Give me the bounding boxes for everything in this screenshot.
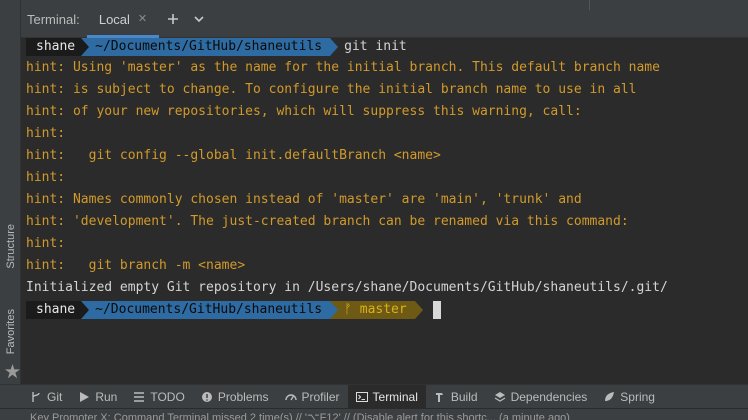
terminal-output[interactable]: shane ~/Documents/GitHub/shaneutils git … <box>21 38 748 384</box>
hint-line: hint: git branch -m <name> <box>26 258 246 273</box>
warning-circle-icon <box>201 391 212 402</box>
hint-line: hint: <box>26 126 66 141</box>
hammer-icon <box>435 392 443 402</box>
prompt-separator <box>81 38 90 56</box>
list-icon <box>134 391 145 402</box>
toolbar-todo[interactable]: TODO <box>125 385 192 409</box>
toolbar-terminal[interactable]: Terminal <box>347 384 426 409</box>
left-tool-strip: Structure Favorites <box>0 0 21 384</box>
prompt-separator <box>330 38 339 56</box>
terminal-header: Terminal: Local ✕ <box>21 0 748 38</box>
status-bar: Key Promoter X: Command Terminal missed … <box>0 408 748 420</box>
favorites-tab-label: Favorites <box>4 309 17 355</box>
structure-tab-label: Structure <box>4 223 17 269</box>
star-icon <box>5 364 20 379</box>
toolbar-dependencies-label: Dependencies <box>510 389 588 404</box>
toolbar-git[interactable]: Git <box>22 385 70 409</box>
toolbar-spring[interactable]: Spring <box>595 385 663 409</box>
layers-icon <box>494 391 505 402</box>
prompt-separator <box>414 301 423 319</box>
git-branch-icon <box>32 391 40 402</box>
toolbar-profiler-label: Profiler <box>301 389 340 404</box>
toolbar-problems[interactable]: Problems <box>193 385 277 409</box>
toolbar-dependencies[interactable]: Dependencies <box>486 385 596 409</box>
close-icon[interactable]: ✕ <box>138 13 147 25</box>
toolbar-profiler[interactable]: Profiler <box>277 385 348 409</box>
terminal-title: Terminal: <box>27 12 80 27</box>
hint-line: hint: <box>26 236 66 251</box>
prompt-path: ~/Documents/GitHub/shaneutils <box>89 38 331 56</box>
output-line: Initialized empty Git repository in /Use… <box>26 280 668 295</box>
tab-local-label: Local <box>98 11 130 27</box>
toolbar-terminal-label: Terminal <box>372 389 418 404</box>
new-tab-button[interactable] <box>164 10 182 28</box>
prompt-command: git init <box>344 39 407 54</box>
tab-dropdown-button[interactable] <box>190 10 208 28</box>
prompt-path: ~/Documents/GitHub/shaneutils <box>89 301 331 319</box>
terminal-icon <box>355 391 368 402</box>
toolbar-problems-label: Problems <box>217 389 269 404</box>
plus-icon <box>168 14 178 24</box>
tool-window-bar: Git Run TODO Problems Profiler Terminal … <box>0 384 748 409</box>
hint-line: hint: <box>26 170 66 185</box>
play-icon <box>80 391 90 402</box>
hint-line: hint: git config --global init.defaultBr… <box>26 148 441 163</box>
prompt-user: shane <box>26 38 82 56</box>
prompt-separator <box>330 301 339 319</box>
toolbar-run-label: Run <box>95 389 118 404</box>
prompt-line-1: shane ~/Documents/GitHub/shaneutils git … <box>26 38 407 56</box>
prompt-branch: ᚠ master <box>338 301 415 319</box>
hint-line: hint: Names commonly chosen instead of '… <box>26 192 582 207</box>
prompt-user: shane <box>26 301 82 319</box>
prompt-separator <box>81 301 90 319</box>
hint-line: hint: of your new repositories, which wi… <box>26 104 582 119</box>
toolbar-git-label: Git <box>47 389 63 404</box>
tab-local[interactable]: Local ✕ <box>87 0 159 38</box>
prompt-line-2: shane ~/Documents/GitHub/shaneutils ᚠ ma… <box>26 301 441 319</box>
hint-line: hint: 'development'. The just-created br… <box>26 214 629 229</box>
chevron-down-icon <box>194 16 204 23</box>
toolbar-run[interactable]: Run <box>70 385 125 409</box>
toolbar-spring-label: Spring <box>620 389 655 404</box>
hint-line: hint: is subject to change. To configure… <box>26 82 637 97</box>
gauge-icon <box>284 393 297 400</box>
status-message[interactable]: Key Promoter X: Command Terminal missed … <box>30 411 570 420</box>
toolbar-build[interactable]: Build <box>426 385 486 409</box>
favorites-tab[interactable]: Favorites <box>0 300 21 364</box>
leaf-icon <box>605 391 615 401</box>
toolbar-todo-label: TODO <box>150 389 185 404</box>
text-cursor <box>432 301 441 319</box>
structure-tab[interactable]: Structure <box>0 216 21 276</box>
toolbar-build-label: Build <box>450 389 478 404</box>
hint-line: hint: Using 'master' as the name for the… <box>26 60 660 75</box>
header-divider <box>589 0 590 10</box>
